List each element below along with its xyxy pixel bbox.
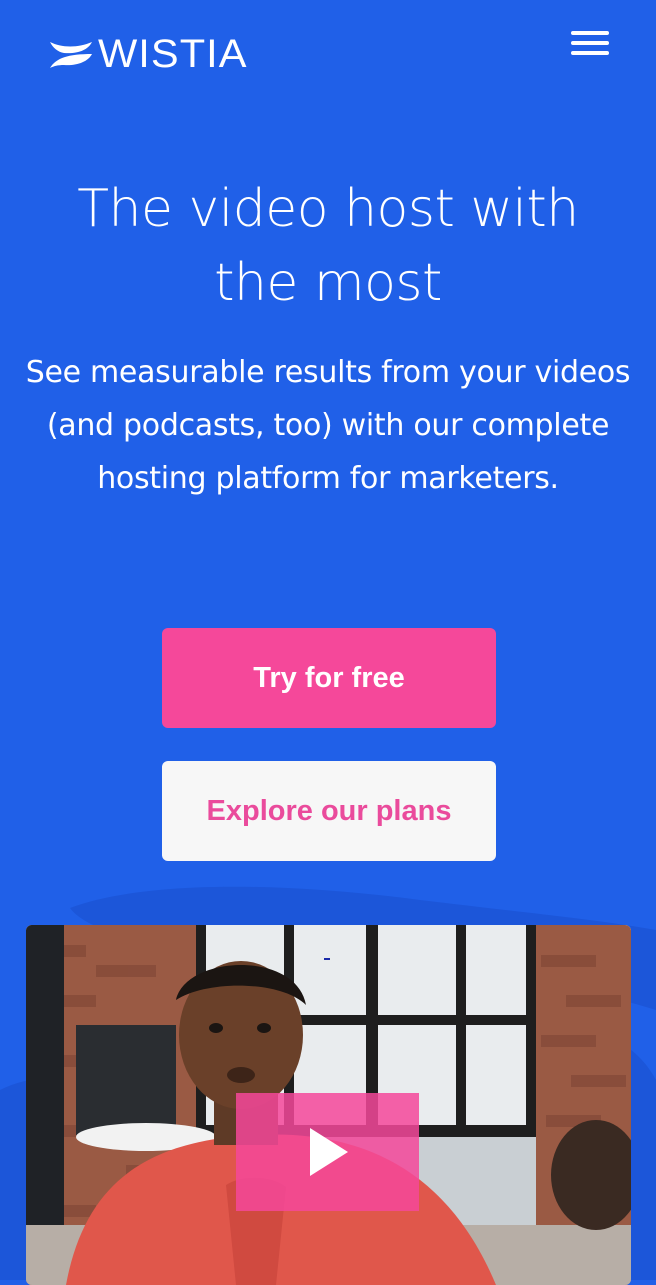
hero-headline: The video host with the most [77, 179, 579, 313]
hero-subheadline: See measurable results from your videos … [25, 355, 631, 496]
try-for-free-button[interactable]: Try for free [162, 628, 496, 728]
hamburger-menu-icon [571, 31, 609, 55]
wistia-logo-icon [50, 42, 92, 68]
play-button[interactable] [236, 1093, 419, 1211]
menu-button[interactable] [568, 26, 612, 60]
wistia-logo[interactable]: WISTIA [48, 32, 246, 76]
logo-text: WISTIA [98, 32, 248, 76]
hero-section: The video host with the most See measura… [24, 172, 632, 505]
play-icon [309, 1128, 348, 1176]
site-header: WISTIA [0, 0, 656, 110]
explore-plans-button[interactable]: Explore our plans [162, 761, 496, 861]
